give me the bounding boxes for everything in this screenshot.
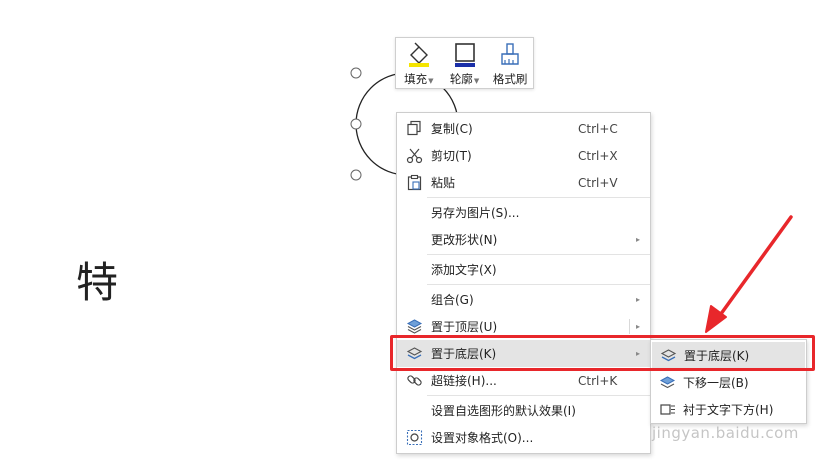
format-object-icon [406, 429, 422, 446]
menu-item-set-default-effect[interactable]: 设置自选图形的默认效果(I) [397, 397, 650, 424]
format-painter-button[interactable]: 格式刷 [487, 38, 533, 88]
fill-label: 填充 [404, 72, 428, 86]
menu-item-change-shape[interactable]: 更改形状(N) ▸ [397, 226, 650, 253]
outline-button[interactable]: 轮廓▼ [442, 38, 488, 88]
dropdown-caret-icon[interactable]: ▼ [474, 77, 479, 85]
format-painter-label: 格式刷 [492, 72, 528, 86]
menu-item-cut[interactable]: 剪切(T) Ctrl+X [397, 142, 650, 169]
scissors-icon [406, 148, 422, 164]
menu-item-add-text[interactable]: 添加文字(X) [397, 256, 650, 283]
paint-bucket-icon [408, 42, 429, 67]
bring-to-front-icon [406, 319, 422, 334]
resize-handle[interactable] [350, 169, 362, 181]
submenu-arrow-icon: ▸ [636, 235, 641, 244]
outline-square-icon [454, 43, 475, 67]
menu-item-label: 复制(C) [431, 122, 473, 136]
shortcut-text: Ctrl+C [578, 121, 618, 136]
menu-item-label: 超链接(H)... [431, 374, 497, 388]
menu-item-label: 添加文字(X) [431, 263, 497, 277]
menu-item-label: 置于顶层(U) [431, 320, 498, 334]
resize-handle[interactable] [350, 67, 362, 79]
format-painter-icon [501, 43, 519, 65]
outline-label: 轮廓 [449, 72, 473, 86]
submenu-arrow-icon: ▸ [636, 322, 641, 331]
send-backward-icon [659, 376, 675, 389]
context-menu: 复制(C) Ctrl+C 剪切(T) Ctrl+X 粘贴 Ctrl+V 另存为图… [396, 112, 651, 454]
menu-item-label: 设置对象格式(O)... [431, 431, 534, 445]
shortcut-text: Ctrl+V [578, 175, 618, 190]
fill-button[interactable]: 填充▼ [396, 38, 442, 88]
menu-item-paste[interactable]: 粘贴 Ctrl+V [397, 169, 650, 196]
watermark-text: jingyan.baidu.com [652, 424, 799, 442]
menu-item-label: 设置自选图形的默认效果(I) [431, 404, 576, 418]
clipboard-icon [407, 174, 421, 191]
shortcut-text: Ctrl+X [578, 148, 618, 163]
submenu-item-send-backward[interactable]: 下移一层(B) [651, 369, 806, 396]
menu-item-save-as-picture[interactable]: 另存为图片(S)... [397, 199, 650, 226]
resize-handle[interactable] [350, 118, 362, 130]
menu-item-hyperlink[interactable]: 超链接(H)... Ctrl+K [397, 367, 650, 394]
menu-item-group[interactable]: 组合(G) ▸ [397, 286, 650, 313]
split-divider [629, 319, 630, 334]
menu-item-label: 另存为图片(S)... [431, 206, 520, 220]
link-icon [406, 375, 422, 386]
menu-separator [427, 197, 650, 198]
copy-icon [406, 120, 421, 136]
submenu-arrow-icon: ▸ [636, 295, 641, 304]
menu-item-label: 组合(G) [431, 293, 474, 307]
submenu-item-label: 衬于文字下方(H) [683, 403, 774, 417]
menu-separator [427, 254, 650, 255]
menu-separator [427, 284, 650, 285]
menu-item-label: 更改形状(N) [431, 233, 498, 247]
menu-separator [427, 395, 650, 396]
annotation-highlight-box [390, 335, 815, 371]
menu-item-copy[interactable]: 复制(C) Ctrl+C [397, 115, 650, 142]
behind-text-icon [659, 404, 675, 415]
menu-item-label: 粘贴 [431, 176, 456, 190]
menu-item-format-object[interactable]: 设置对象格式(O)... [397, 424, 650, 451]
submenu-item-behind-text[interactable]: 衬于文字下方(H) [651, 396, 806, 423]
dropdown-caret-icon[interactable]: ▼ [428, 77, 433, 85]
shortcut-text: Ctrl+K [578, 373, 618, 388]
submenu-item-label: 下移一层(B) [683, 376, 749, 390]
menu-item-label: 剪切(T) [431, 149, 472, 163]
mini-toolbar: 填充▼ 轮廓▼ 格式刷 [395, 37, 534, 89]
